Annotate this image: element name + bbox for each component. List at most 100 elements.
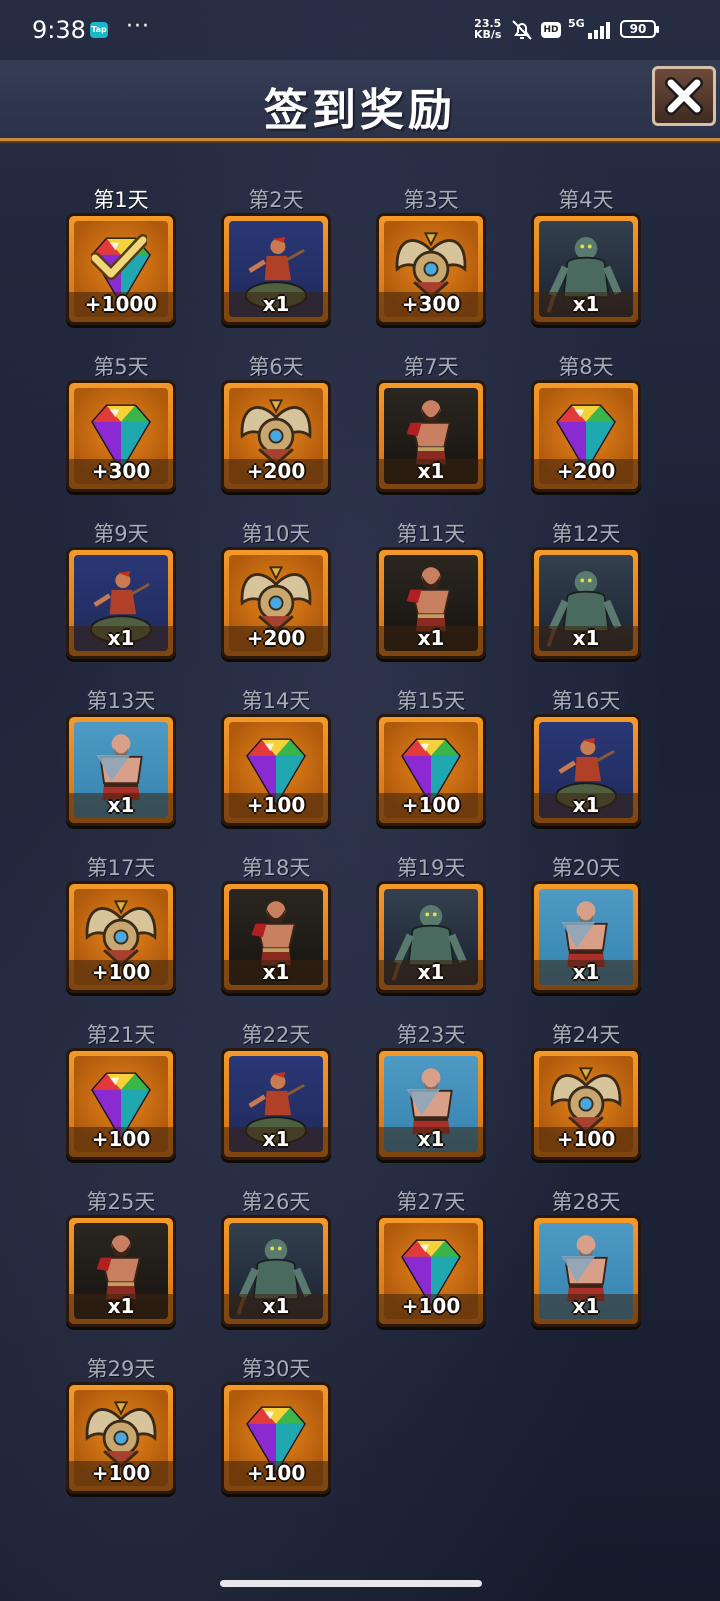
day-label: 第27天 (396, 1190, 466, 1214)
day-label: 第17天 (86, 856, 156, 880)
day-label: 第23天 (396, 1023, 466, 1047)
reward-day-29[interactable]: 第29天 +100 (66, 1349, 176, 1494)
reward-tile: x1 (221, 213, 331, 325)
reward-day-4[interactable]: 第4天 x1 (531, 180, 641, 325)
reward-day-15[interactable]: 第15天 +100 (376, 681, 486, 826)
day-label: 第4天 (558, 188, 614, 212)
reward-day-8[interactable]: 第8天 +200 (531, 347, 641, 492)
day-label: 第3天 (403, 188, 459, 212)
day-label: 第9天 (93, 522, 149, 546)
reward-amount: x1 (572, 793, 600, 817)
day-label: 第11天 (396, 522, 466, 546)
header: 签到奖励 (0, 60, 720, 141)
reward-tile: +100 (221, 714, 331, 826)
hd-icon: HD (541, 22, 561, 38)
reward-day-18[interactable]: 第18天 x1 (221, 848, 331, 993)
day-label: 第26天 (241, 1190, 311, 1214)
reward-day-9[interactable]: 第9天 x1 (66, 514, 176, 659)
reward-amount: +200 (556, 459, 616, 483)
reward-amount: +1000 (84, 292, 158, 316)
reward-amount: x1 (107, 626, 135, 650)
reward-day-11[interactable]: 第11天 x1 (376, 514, 486, 659)
reward-amount: +100 (401, 793, 461, 817)
reward-day-17[interactable]: 第17天 +100 (66, 848, 176, 993)
reward-tile: x1 (531, 547, 641, 659)
reward-day-2[interactable]: 第2天 x1 (221, 180, 331, 325)
reward-tile: x1 (376, 1048, 486, 1160)
reward-tile: +100 (221, 1382, 331, 1494)
day-label: 第20天 (551, 856, 621, 880)
day-label: 第18天 (241, 856, 311, 880)
reward-tile: x1 (221, 1215, 331, 1327)
day-label: 第28天 (551, 1190, 621, 1214)
reward-amount: x1 (417, 960, 445, 984)
day-label: 第8天 (558, 355, 614, 379)
reward-day-16[interactable]: 第16天 x1 (531, 681, 641, 826)
reward-day-14[interactable]: 第14天 +100 (221, 681, 331, 826)
reward-amount: x1 (417, 459, 445, 483)
reward-day-28[interactable]: 第28天 x1 (531, 1182, 641, 1327)
close-button[interactable] (652, 66, 716, 126)
reward-day-1[interactable]: 第1天 +1000 (66, 180, 176, 325)
day-label: 第6天 (248, 355, 304, 379)
reward-amount: x1 (572, 626, 600, 650)
reward-tile: +100 (531, 1048, 641, 1160)
reward-day-22[interactable]: 第22天 x1 (221, 1015, 331, 1160)
mute-bell-icon (512, 20, 532, 40)
day-label: 第16天 (551, 689, 621, 713)
reward-tile: +100 (66, 881, 176, 993)
day-label: 第5天 (93, 355, 149, 379)
network-speed-unit: KB/s (474, 28, 502, 41)
reward-day-21[interactable]: 第21天 +100 (66, 1015, 176, 1160)
reward-tile: +100 (66, 1048, 176, 1160)
reward-amount: x1 (417, 1127, 445, 1151)
reward-day-30[interactable]: 第30天 +100 (221, 1349, 331, 1494)
reward-tile: x1 (221, 1048, 331, 1160)
reward-day-10[interactable]: 第10天 +200 (221, 514, 331, 659)
reward-tile: +300 (376, 213, 486, 325)
day-label: 第22天 (241, 1023, 311, 1047)
reward-tile: +200 (221, 547, 331, 659)
tap-app-icon: Tap (90, 22, 108, 38)
reward-day-20[interactable]: 第20天 x1 (531, 848, 641, 993)
reward-day-5[interactable]: 第5天 +300 (66, 347, 176, 492)
more-notifications-icon: ··· (126, 14, 150, 39)
day-label: 第30天 (241, 1357, 311, 1381)
reward-day-7[interactable]: 第7天 x1 (376, 347, 486, 492)
reward-amount: +100 (91, 1461, 151, 1485)
reward-amount: +100 (401, 1294, 461, 1318)
reward-amount: x1 (107, 1294, 135, 1318)
reward-amount: +200 (246, 459, 306, 483)
reward-tile: x1 (531, 1215, 641, 1327)
reward-day-27[interactable]: 第27天 +100 (376, 1182, 486, 1327)
day-label: 第25天 (86, 1190, 156, 1214)
reward-day-24[interactable]: 第24天 +100 (531, 1015, 641, 1160)
reward-day-12[interactable]: 第12天 x1 (531, 514, 641, 659)
home-indicator[interactable] (220, 1580, 482, 1587)
reward-day-3[interactable]: 第3天 +300 (376, 180, 486, 325)
reward-day-23[interactable]: 第23天 x1 (376, 1015, 486, 1160)
reward-day-25[interactable]: 第25天 x1 (66, 1182, 176, 1327)
reward-tile: x1 (66, 714, 176, 826)
reward-tile: x1 (531, 714, 641, 826)
day-label: 第14天 (241, 689, 311, 713)
reward-day-6[interactable]: 第6天 +200 (221, 347, 331, 492)
reward-amount: x1 (262, 1294, 290, 1318)
day-label: 第12天 (551, 522, 621, 546)
reward-amount: x1 (417, 626, 445, 650)
reward-day-19[interactable]: 第19天 x1 (376, 848, 486, 993)
battery-icon: 90 (620, 20, 659, 38)
reward-tile: +100 (66, 1382, 176, 1494)
reward-tile: x1 (66, 547, 176, 659)
reward-tile: +100 (376, 714, 486, 826)
day-label: 第19天 (396, 856, 466, 880)
reward-amount: +100 (91, 960, 151, 984)
reward-day-13[interactable]: 第13天 x1 (66, 681, 176, 826)
reward-amount: x1 (262, 292, 290, 316)
reward-day-26[interactable]: 第26天 x1 (221, 1182, 331, 1327)
network-speed: 23.5 KB/s (474, 18, 501, 40)
day-label: 第21天 (86, 1023, 156, 1047)
reward-amount: +100 (556, 1127, 616, 1151)
page-title: 签到奖励 (264, 85, 456, 136)
reward-amount: x1 (572, 960, 600, 984)
